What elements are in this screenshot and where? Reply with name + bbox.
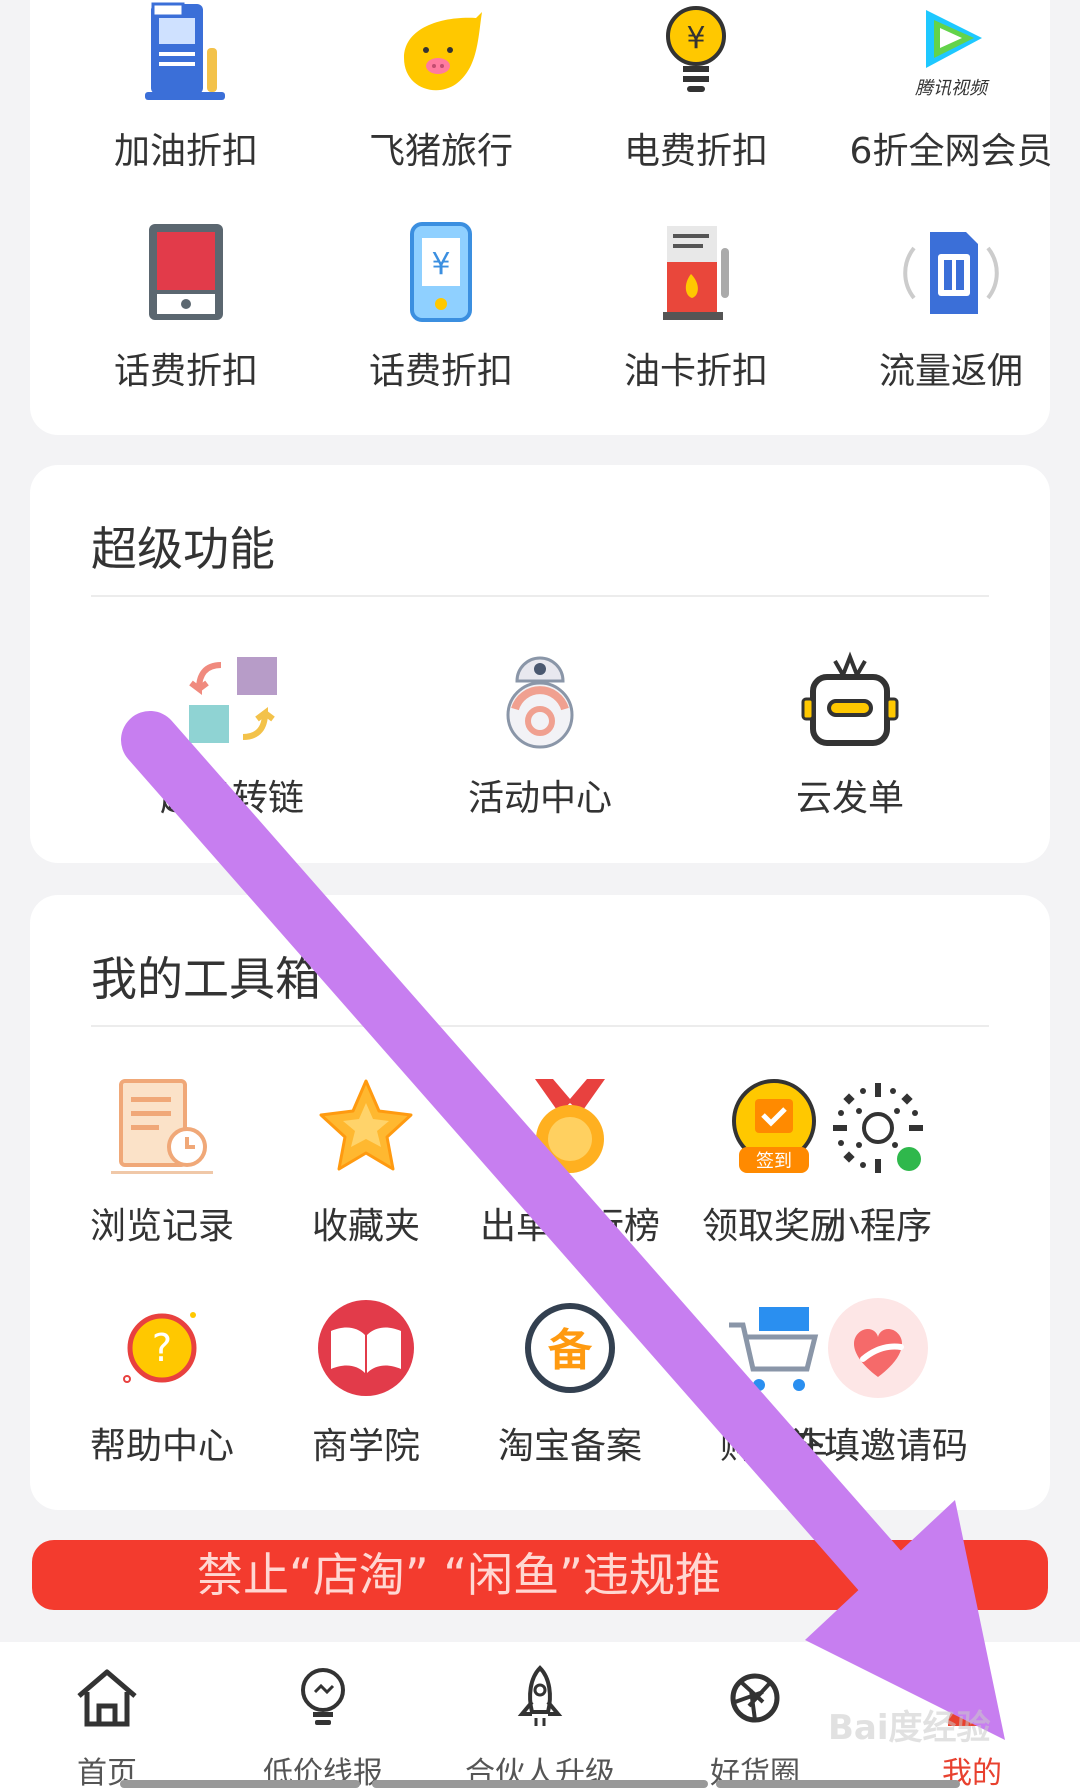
convert-link-icon bbox=[189, 657, 277, 743]
heart-hand-icon bbox=[828, 1298, 928, 1398]
mini-program-code-icon bbox=[833, 1083, 923, 1173]
section-divider bbox=[91, 595, 989, 597]
record-glyph: 备 bbox=[548, 1325, 593, 1376]
home-indicator bbox=[120, 1780, 360, 1788]
section-divider bbox=[91, 1025, 989, 1027]
service-membership-discount[interactable]: 腾讯视频 6折全网会员 bbox=[831, 0, 1071, 174]
notice-banner-text: 禁止“店淘” “闲鱼”违规推 bbox=[197, 1548, 721, 1602]
app-screen: 加油折扣 飞猪旅行 ¥ 电费折扣 腾讯视频 6折全网会员 话费折扣 ¥ 话费折扣… bbox=[0, 0, 1080, 1792]
service-fuel-card-discount[interactable]: 油卡折扣 bbox=[576, 218, 816, 394]
tool-label: 小程序 bbox=[823, 1206, 932, 1247]
feature-label: 云发单 bbox=[795, 778, 904, 819]
notice-banner[interactable]: 禁止“店淘” “闲鱼”违规推 bbox=[32, 1540, 1048, 1610]
feature-activity-center[interactable]: 活动中心 bbox=[420, 645, 660, 821]
service-label: 油卡折扣 bbox=[623, 351, 768, 392]
service-label: 话费折扣 bbox=[368, 351, 513, 392]
home-indicator bbox=[716, 1780, 960, 1788]
lightbulb-icon bbox=[301, 1668, 345, 1725]
svg-text:¥: ¥ bbox=[431, 247, 450, 282]
service-phone-bill-discount[interactable]: 话费折扣 bbox=[66, 218, 306, 394]
feature-label: 活动中心 bbox=[467, 778, 612, 819]
medal-icon bbox=[535, 1079, 605, 1173]
tool-fill-invite-code[interactable]: 补填邀请码 bbox=[758, 1293, 998, 1469]
feature-cloud-post[interactable]: 云发单 bbox=[730, 645, 970, 821]
section-title: 超级功能 bbox=[91, 522, 275, 576]
service-label: 话费折扣 bbox=[113, 351, 258, 392]
fliggy-pig-icon bbox=[404, 12, 482, 91]
star-icon bbox=[319, 1079, 413, 1171]
service-data-rebate[interactable]: 流量返佣 bbox=[831, 218, 1071, 394]
home-icon bbox=[77, 1669, 137, 1727]
tencent-video-icon: 腾讯视频 bbox=[915, 10, 990, 99]
fuel-card-icon bbox=[663, 226, 729, 320]
service-label: 6折全网会员 bbox=[849, 131, 1053, 172]
tab-deals[interactable]: 低价线报 bbox=[223, 1662, 423, 1792]
lightbulb-yuan-icon: ¥ bbox=[666, 6, 726, 92]
toolbox-card: 我的工具箱 浏览记录 收藏夹 出单排行榜 签到 领取奖励 小程序 ? 帮助中心 … bbox=[30, 895, 1050, 1510]
watermark: Bai度经验 bbox=[828, 1708, 991, 1748]
svg-text:腾讯视频: 腾讯视频 bbox=[915, 78, 990, 99]
aperture-icon bbox=[730, 1673, 780, 1723]
tab-home[interactable]: 首页 bbox=[7, 1662, 207, 1792]
tool-mini-program[interactable]: 小程序 bbox=[758, 1073, 998, 1249]
tab-good-items[interactable]: 好货圈 bbox=[655, 1662, 855, 1792]
gas-station-icon bbox=[145, 2, 225, 100]
robot-ball-icon bbox=[506, 656, 574, 749]
tablet-phone-icon bbox=[149, 224, 223, 320]
home-indicator bbox=[372, 1780, 708, 1788]
phone-yuan-icon: ¥ bbox=[410, 222, 472, 322]
service-fuel-discount[interactable]: 加油折扣 bbox=[66, 0, 306, 174]
service-label: 流量返佣 bbox=[878, 351, 1023, 392]
quick-services-card: 加油折扣 飞猪旅行 ¥ 电费折扣 腾讯视频 6折全网会员 话费折扣 ¥ 话费折扣… bbox=[30, 0, 1052, 435]
service-label: 加油折扣 bbox=[113, 131, 258, 172]
tool-label: 补填邀请码 bbox=[787, 1426, 968, 1467]
service-fliggy-travel[interactable]: 飞猪旅行 bbox=[321, 0, 561, 174]
feature-super-convert-link[interactable]: 超级转链 bbox=[112, 645, 352, 821]
cloud-robot-icon bbox=[801, 651, 899, 746]
rocket-icon bbox=[517, 1665, 563, 1726]
history-document-icon bbox=[111, 1079, 213, 1174]
svg-text:?: ? bbox=[152, 1326, 172, 1370]
record-badge-icon: 备 bbox=[525, 1303, 615, 1393]
service-label: 电费折扣 bbox=[623, 131, 768, 172]
tab-partner-upgrade[interactable]: 合伙人升级 bbox=[440, 1662, 640, 1792]
super-features-card: 超级功能 超级转链 活动中心 云发单 bbox=[30, 465, 1050, 863]
help-question-icon: ? bbox=[123, 1312, 197, 1383]
section-title: 我的工具箱 bbox=[91, 952, 321, 1006]
service-label: 飞猪旅行 bbox=[368, 131, 513, 172]
svg-text:¥: ¥ bbox=[686, 21, 705, 56]
open-book-icon bbox=[318, 1300, 414, 1396]
service-phone-bill-discount-2[interactable]: ¥ 话费折扣 bbox=[321, 218, 561, 394]
service-electricity-discount[interactable]: ¥ 电费折扣 bbox=[576, 0, 816, 174]
feature-label: 超级转链 bbox=[159, 778, 304, 819]
sim-card-icon bbox=[903, 232, 999, 314]
